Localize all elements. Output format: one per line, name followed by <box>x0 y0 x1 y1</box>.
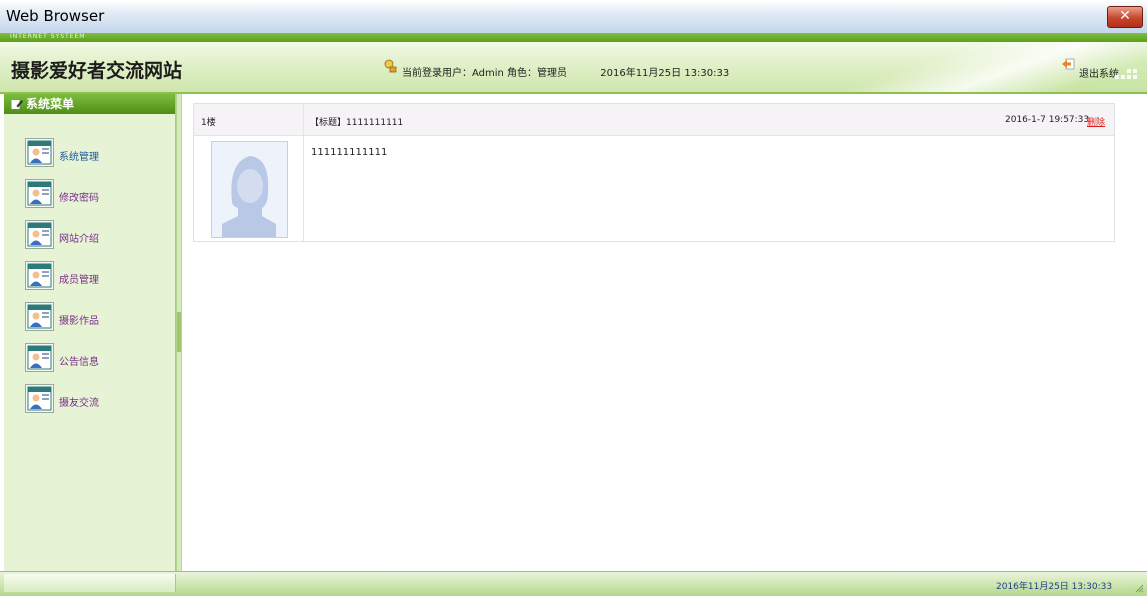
window-titlebar: Web Browser ✕ <box>0 0 1147 34</box>
footer-datetime: 2016年11月25日 13:30:33 <box>996 582 1113 592</box>
window-title: Web Browser <box>6 7 105 25</box>
sidebar-item-photographer-exchange[interactable]: 摄友交流 <box>4 380 175 421</box>
close-window-button[interactable]: ✕ <box>1107 6 1143 28</box>
sidebar-item-announcements[interactable]: 公告信息 <box>4 339 175 380</box>
sidebar-item-label: 公告信息 <box>59 357 99 368</box>
user-card-icon <box>25 384 54 413</box>
delete-post-link[interactable]: 删除 <box>1087 115 1105 128</box>
sidebar-item-label: 系统管理 <box>59 152 99 163</box>
sidebar-item-label: 修改密码 <box>59 193 99 204</box>
status-bar-left-pane <box>4 574 176 592</box>
avatar <box>211 141 288 238</box>
user-card-icon <box>25 302 54 331</box>
user-info: 当前登录用户：Admin 角色：管理员 2016年11月25日 13:30:33 <box>383 59 730 79</box>
sidebar-item-label: 摄友交流 <box>59 398 99 409</box>
sidebar-item-label: 成员管理 <box>59 275 99 286</box>
close-icon: ✕ <box>1119 8 1131 24</box>
status-bar: 2016年11月25日 13:30:33 <box>0 571 1147 596</box>
sidebar-item-photo-works[interactable]: 摄影作品 <box>4 298 175 339</box>
sidebar-item-system-management[interactable]: 系统管理 <box>4 134 175 175</box>
header-dots-decoration <box>1115 67 1139 83</box>
header-datetime: 2016年11月25日 13:30:33 <box>600 68 730 79</box>
sidebar-heading: 系统菜单 <box>26 97 75 111</box>
user-card-icon <box>25 138 54 167</box>
current-user-text: 当前登录用户：Admin 角色：管理员 <box>402 68 568 79</box>
post-card: 1楼 【标题】1111111111 2016-1-7 19:57:33 删除 1… <box>193 103 1115 242</box>
resize-grip-icon[interactable] <box>1134 583 1144 593</box>
site-header: 摄影爱好者交流网站 当前登录用户：Admin 角色：管理员 2016年11月25… <box>0 42 1147 94</box>
site-title: 摄影爱好者交流网站 <box>11 60 183 82</box>
sidebar-item-label: 网站介绍 <box>59 234 99 245</box>
sidebar: 系统菜单 系统管理 修改密码 网站介绍 成员管理 摄影作品 公告信息 摄友交流 <box>4 94 176 571</box>
sidebar-menu: 系统管理 修改密码 网站介绍 成员管理 摄影作品 公告信息 摄友交流 <box>4 114 175 421</box>
header-strip-text: INTERNET SYSTEEM <box>10 33 86 40</box>
user-card-icon <box>25 179 54 208</box>
post-floor: 1楼 <box>201 118 216 128</box>
post-content: 111111111111 <box>311 147 388 158</box>
header-strip: INTERNET SYSTEEM <box>0 33 1147 42</box>
user-icon <box>384 59 397 73</box>
user-card-icon <box>25 343 54 372</box>
logout-arrow-icon <box>1062 58 1075 70</box>
user-card-icon <box>25 261 54 290</box>
user-card-icon <box>25 220 54 249</box>
sidebar-header: 系统菜单 <box>4 94 175 114</box>
sidebar-item-change-password[interactable]: 修改密码 <box>4 175 175 216</box>
sidebar-item-member-management[interactable]: 成员管理 <box>4 257 175 298</box>
logout-label: 退出系统 <box>1079 69 1119 80</box>
post-date: 2016-1-7 19:57:33 <box>1005 115 1090 125</box>
post-title: 【标题】1111111111 <box>310 118 404 128</box>
sidebar-item-site-intro[interactable]: 网站介绍 <box>4 216 175 257</box>
sidebar-item-label: 摄影作品 <box>59 316 99 327</box>
main-content: 1楼 【标题】1111111111 2016-1-7 19:57:33 删除 1… <box>181 94 1145 571</box>
edit-icon <box>11 100 23 109</box>
